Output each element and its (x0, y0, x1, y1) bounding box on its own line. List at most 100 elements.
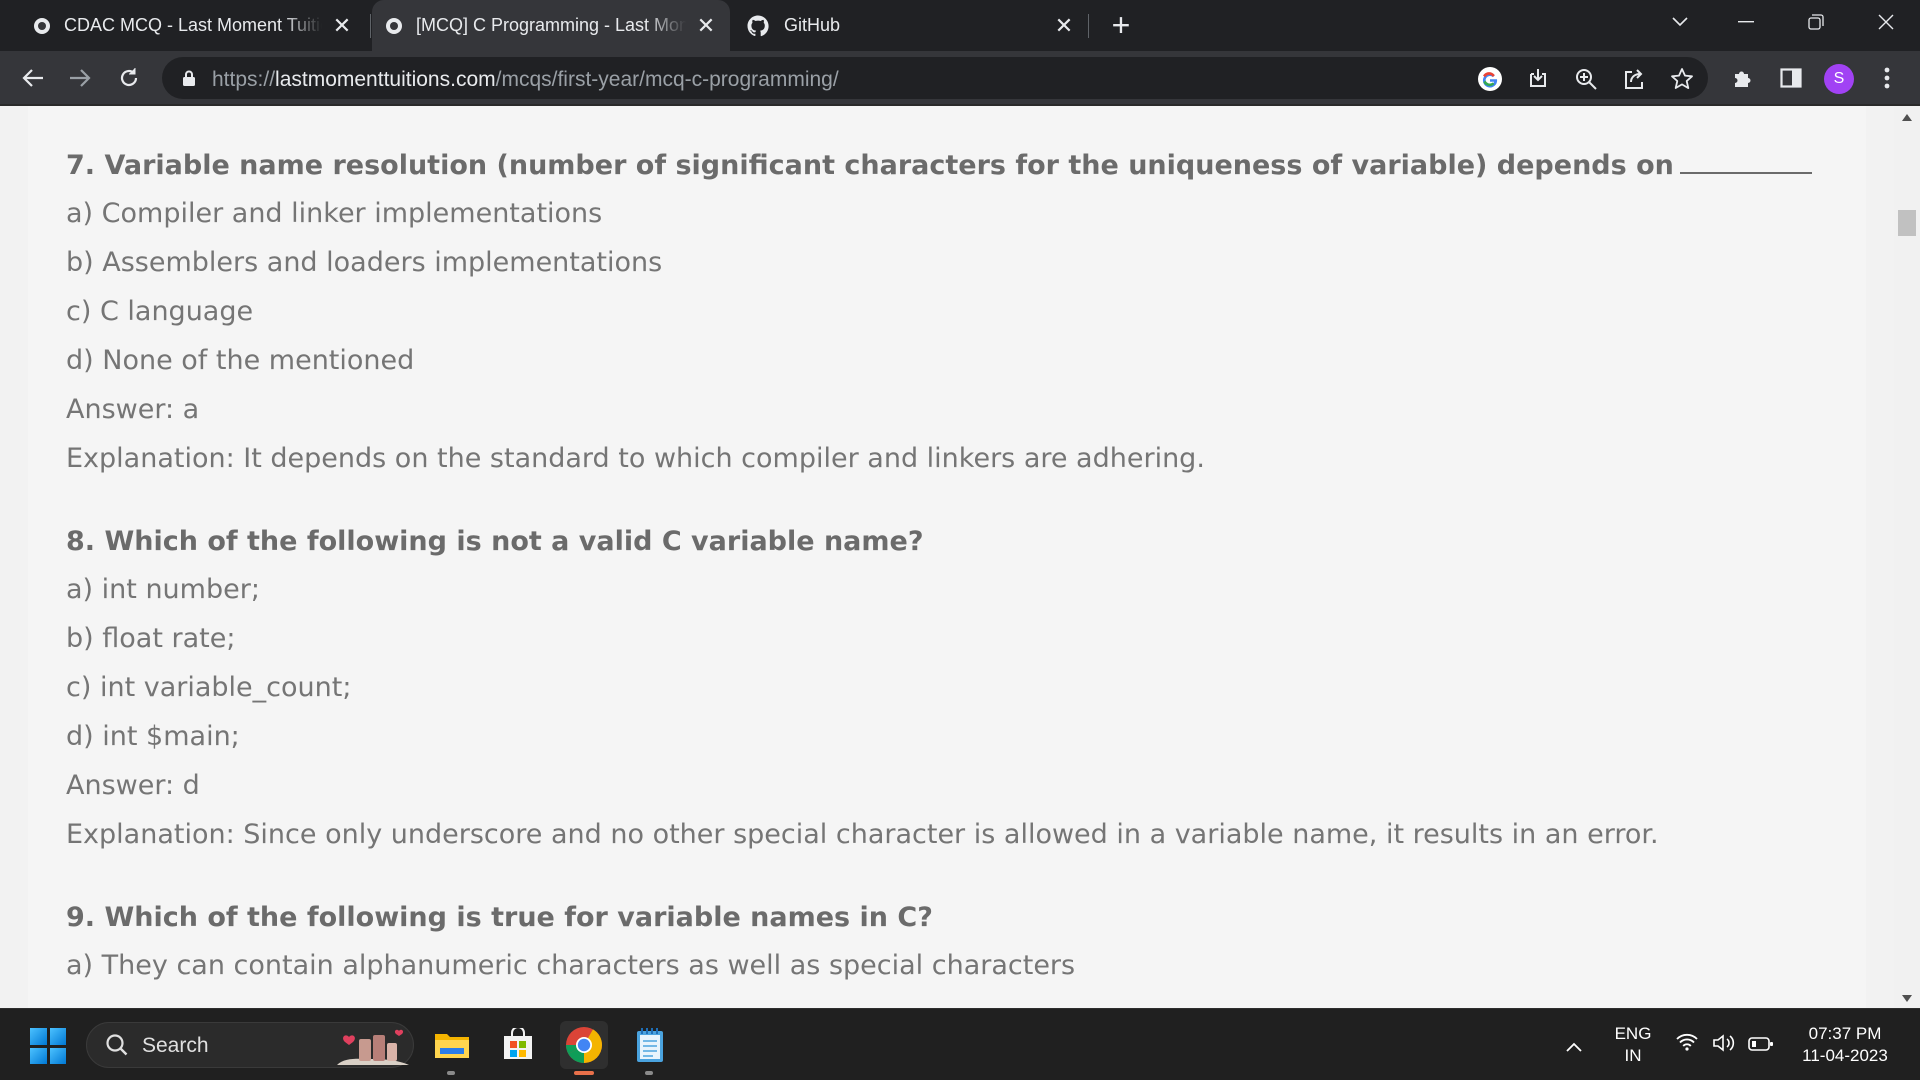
tab-c-programming[interactable]: [MCQ] C Programming - Last Moment Tuitio… (372, 0, 730, 51)
back-button[interactable] (16, 61, 50, 95)
forward-button[interactable] (63, 61, 97, 95)
option-b: b) Assemblers and loaders implementation… (66, 247, 663, 278)
share-icon (1625, 69, 1643, 89)
tab-github[interactable]: GitHub ✕ (732, 0, 1088, 51)
side-panel-icon (1780, 68, 1802, 88)
volume-button[interactable] (1712, 1033, 1738, 1058)
chrome-button[interactable] (560, 1021, 608, 1075)
scroll-down-arrow-icon[interactable] (1902, 995, 1912, 1002)
side-panel-button[interactable] (1776, 63, 1806, 93)
search-highlight-illustration-icon (337, 1029, 409, 1065)
running-indicator (447, 1071, 455, 1075)
taskbar-search-box[interactable]: Search (86, 1022, 414, 1068)
google-lens-button[interactable] (1476, 65, 1504, 93)
language-indicator[interactable]: ENG IN (1608, 1023, 1658, 1067)
question-8: 8. Which of the following is not a valid… (66, 522, 1826, 860)
option-a: a) int number; (66, 574, 260, 605)
option-d: d) int $main; (66, 721, 240, 752)
option-c: c) C language (66, 296, 254, 327)
reload-icon (120, 68, 138, 87)
reload-button[interactable] (112, 61, 146, 95)
share-button[interactable] (1620, 65, 1648, 93)
windows-taskbar: Search ENG IN 07:37 PM 11-04-2023 (0, 1008, 1920, 1080)
zoom-button[interactable] (1572, 65, 1600, 93)
bookmark-button[interactable] (1668, 65, 1696, 93)
lock-icon[interactable] (182, 70, 196, 86)
option-a: a) They can contain alphanumeric charact… (66, 950, 1076, 981)
question-title: 7. Variable name resolution (number of s… (66, 146, 1826, 190)
vertical-scrollbar[interactable] (1894, 106, 1920, 1010)
tab-title: GitHub (784, 15, 841, 35)
extensions-button[interactable] (1728, 63, 1758, 93)
chevron-down-icon (1672, 17, 1688, 27)
explanation: Explanation: It depends on the standard … (66, 443, 1205, 474)
battery-icon (1748, 1037, 1773, 1051)
search-icon (106, 1034, 128, 1056)
close-tab-icon[interactable]: ✕ (332, 13, 352, 38)
question-9: 9. Which of the following is true for va… (66, 898, 1826, 991)
install-icon (1530, 69, 1546, 87)
browser-toolbar: https://lastmomenttuitions.com/mcqs/firs… (0, 51, 1920, 104)
speaker-icon (1713, 1034, 1735, 1052)
answer: Answer: d (66, 770, 200, 801)
question-title: 8. Which of the following is not a valid… (66, 526, 924, 557)
tab-strip: CDAC MCQ - Last Moment Tuitions ✕ [MCQ] … (0, 0, 1920, 51)
tab-title: CDAC MCQ - Last Moment Tuitions (64, 15, 322, 35)
option-d: d) None of the mentioned (66, 345, 415, 376)
clock-date: 11-04-2023 (1802, 1046, 1888, 1065)
site-favicon-icon (34, 17, 50, 34)
star-icon (1671, 68, 1693, 89)
puzzle-icon (1735, 71, 1751, 87)
site-favicon-icon (386, 17, 402, 34)
start-button[interactable] (30, 1028, 66, 1064)
search-label: Search (142, 1034, 209, 1057)
scroll-thumb[interactable] (1898, 210, 1916, 236)
github-icon (747, 15, 769, 36)
url-text: https://lastmomenttuitions.com/mcqs/firs… (212, 68, 839, 92)
explanation: Explanation: Since only underscore and n… (66, 819, 1659, 850)
close-window-button[interactable] (1856, 0, 1916, 44)
url-path: /mcqs/first-year/mcq-c-programming/ (495, 68, 839, 91)
scroll-up-arrow-icon[interactable] (1902, 114, 1912, 121)
menu-button[interactable] (1872, 63, 1902, 93)
notepad-icon (637, 1028, 663, 1062)
folder-icon (435, 1034, 469, 1058)
close-tab-icon[interactable]: ✕ (696, 13, 716, 38)
page-viewport: 7. Variable name resolution (number of s… (0, 104, 1920, 1010)
mcq-content: 7. Variable name resolution (number of s… (66, 146, 1826, 1010)
tab-divider (1088, 14, 1089, 38)
url-scheme: https:// (212, 68, 276, 91)
show-hidden-icons-button[interactable] (1566, 1039, 1582, 1057)
tab-divider (370, 14, 371, 38)
minimize-button[interactable] (1716, 0, 1776, 44)
question-7: 7. Variable name resolution (number of s… (66, 146, 1826, 484)
restore-button[interactable] (1786, 0, 1846, 44)
url-host: lastmomenttuitions.com (275, 68, 496, 91)
install-app-button[interactable] (1524, 65, 1552, 93)
keyboard-region: IN (1624, 1046, 1642, 1065)
close-icon (1878, 14, 1894, 30)
mcq-article: 7. Variable name resolution (number of s… (28, 106, 1866, 1010)
language-code: ENG (1614, 1024, 1652, 1043)
file-explorer-button[interactable] (428, 1021, 476, 1075)
more-vert-icon (1884, 67, 1890, 89)
new-tab-button[interactable]: + (1104, 9, 1138, 43)
minimize-icon (1738, 21, 1754, 23)
store-icon (504, 1028, 532, 1059)
chrome-icon (566, 1027, 602, 1063)
battery-button[interactable] (1748, 1036, 1774, 1057)
clock-time: 07:37 PM (1808, 1024, 1882, 1043)
network-button[interactable] (1676, 1033, 1698, 1056)
clock[interactable]: 07:37 PM 11-04-2023 (1790, 1023, 1900, 1067)
chevron-up-icon (1566, 1042, 1582, 1052)
microsoft-store-button[interactable] (494, 1021, 542, 1069)
close-tab-icon[interactable]: ✕ (1054, 13, 1074, 38)
answer: Answer: a (66, 394, 200, 425)
notepad-button[interactable] (626, 1021, 674, 1075)
restore-icon (1808, 14, 1824, 30)
tab-search-button[interactable] (1650, 0, 1710, 44)
arrow-left-icon (22, 69, 43, 87)
address-bar[interactable]: https://lastmomenttuitions.com/mcqs/firs… (162, 57, 1708, 99)
profile-avatar[interactable]: S (1824, 64, 1854, 94)
tab-cdac-mcq[interactable]: CDAC MCQ - Last Moment Tuitions ✕ (20, 0, 366, 51)
